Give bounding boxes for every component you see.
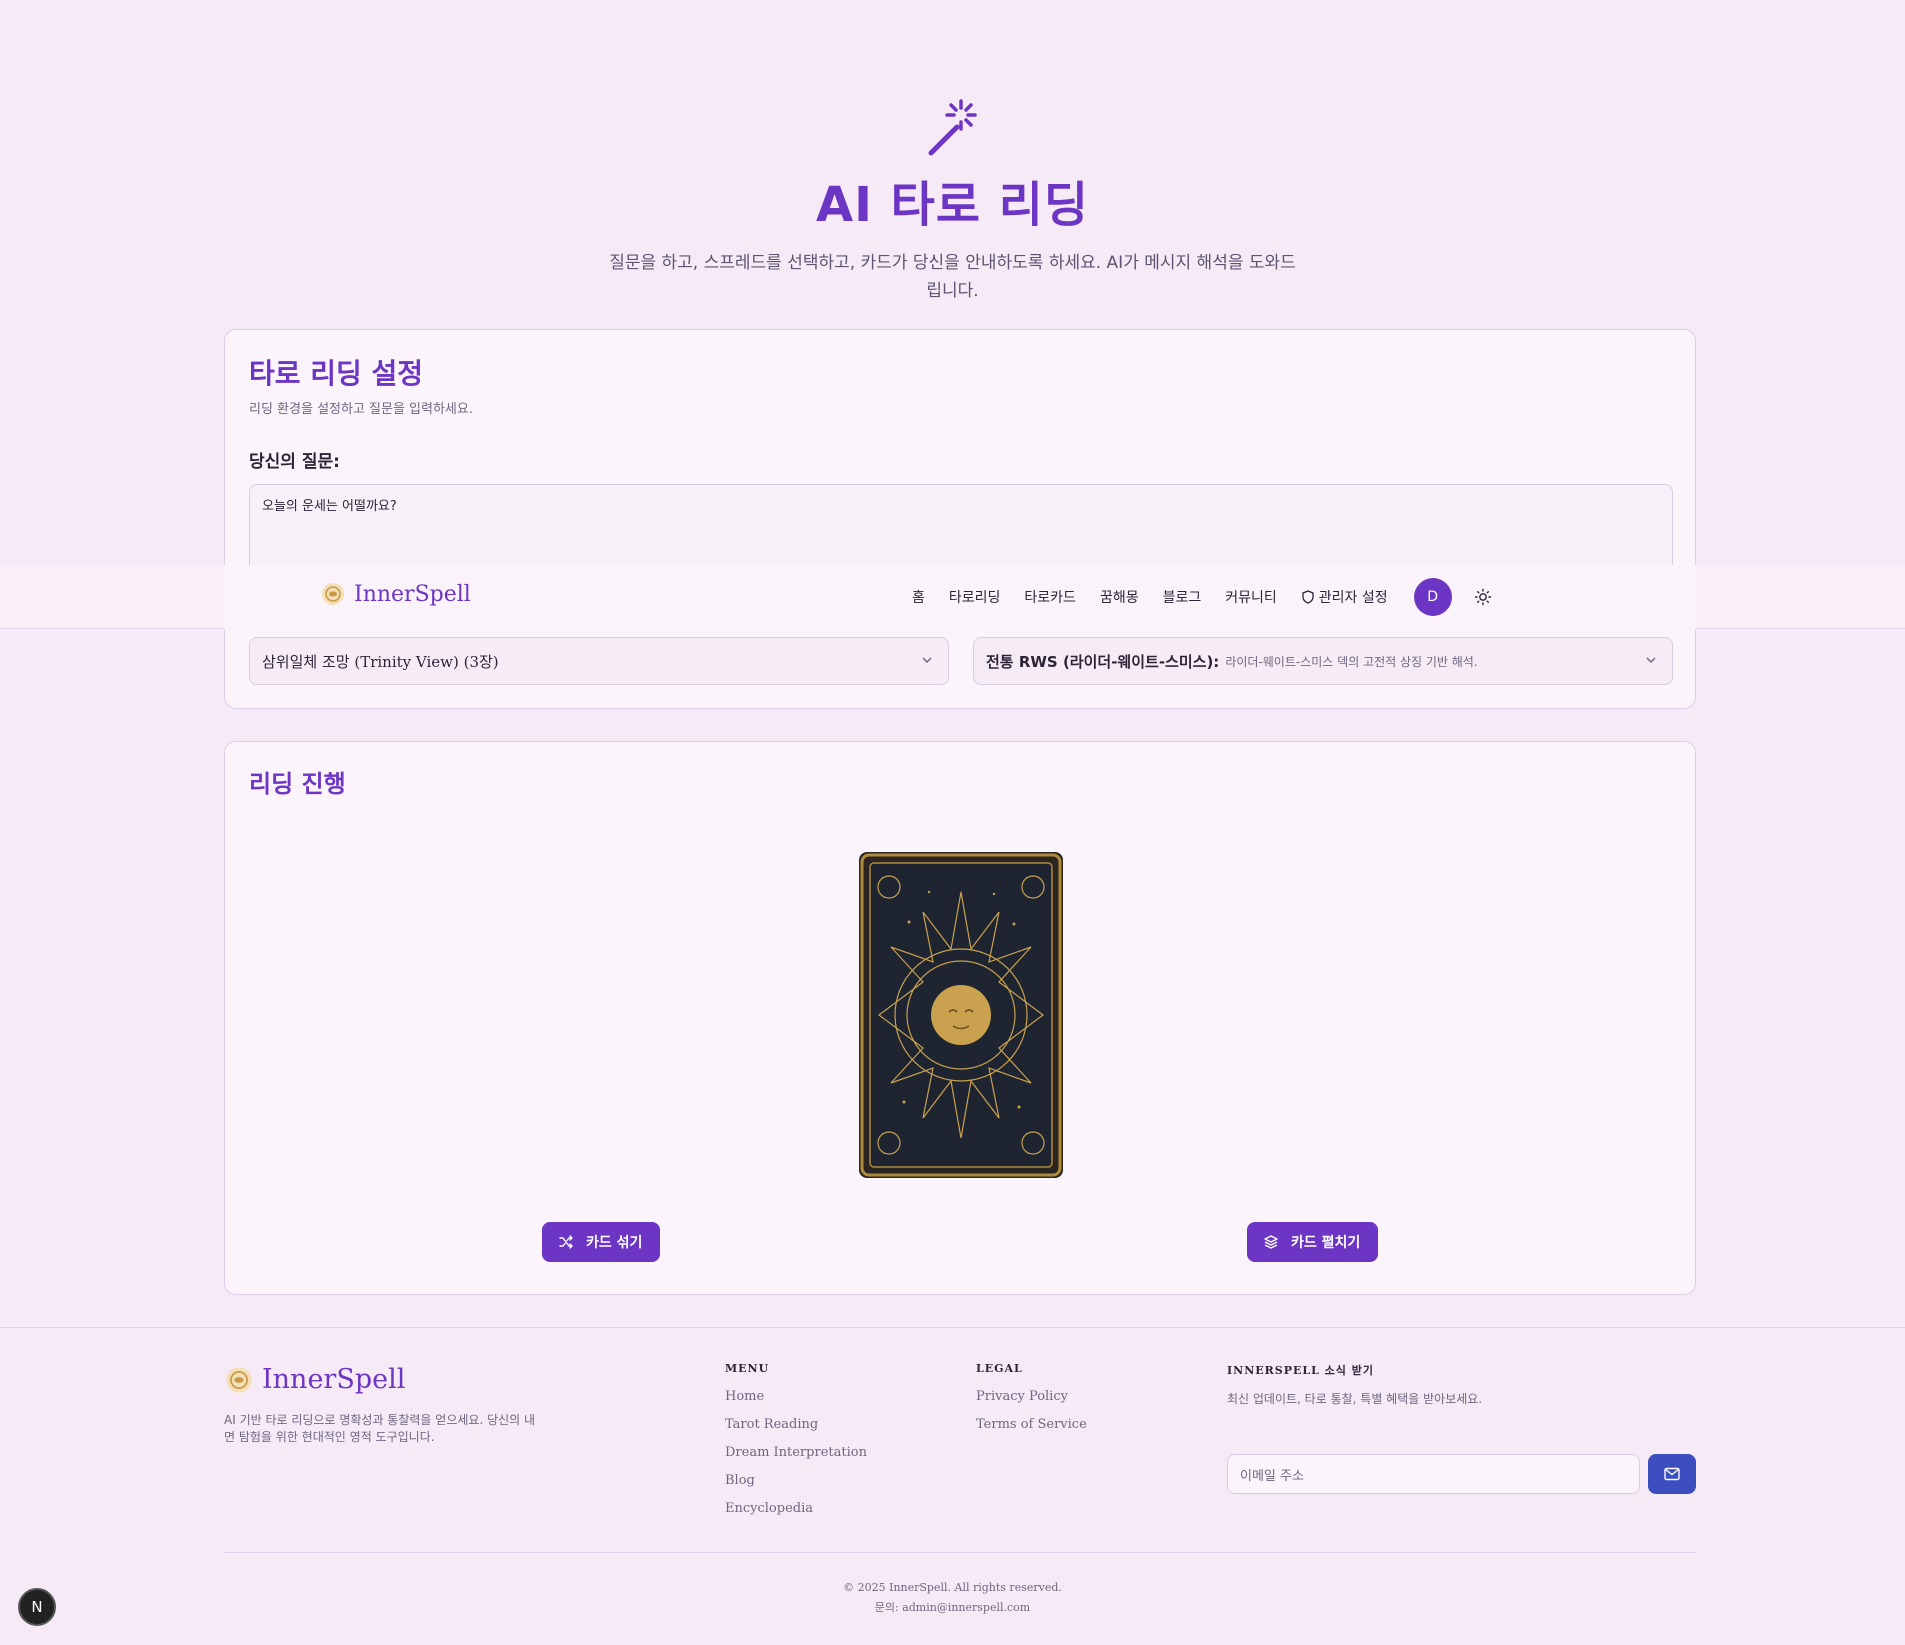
magic-wand-icon [921,95,985,159]
question-label: 당신의 질문: [249,452,340,472]
spread-select[interactable]: 삼위일체 조망 (Trinity View) (3장) [249,637,949,685]
innerspell-logo-icon [322,583,344,605]
interpretation-style-select[interactable]: 전통 RWS (라이더-웨이트-스미스): 라이더-웨이트-스미스 덱의 고전적… [973,637,1673,685]
footer-newsletter: INNERSPELL 소식 받기 최신 업데이트, 타로 통찰, 특별 혜택을 … [1227,1362,1696,1494]
newsletter-title: INNERSPELL 소식 받기 [1227,1364,1374,1377]
copyright-text: © 2025 InnerSpell. All rights reserved. [843,1581,1062,1594]
nav-admin-label: 관리자 설정 [1318,590,1388,606]
user-avatar[interactable]: D [1413,578,1452,616]
spread-cards-button[interactable]: 카드 펼치기 [1247,1222,1378,1262]
shuffle-cards-button[interactable]: 카드 섞기 [542,1222,660,1262]
header-inner: InnerSpell 홈 타로리딩 타로카드 꿈해몽 블로그 커뮤니티 관리자 … [224,565,1696,629]
newsletter-submit-button[interactable] [1648,1454,1696,1494]
tarot-card-back[interactable] [859,852,1063,1178]
footer-menu-title: MENU [725,1362,770,1375]
question-value: 오늘의 운세는 어떨까요? [262,499,397,514]
shield-icon [1302,590,1314,604]
email-placeholder: 이메일 주소 [1240,1468,1304,1484]
footer-brand[interactable]: InnerSpell [224,1364,405,1395]
page-title: AI 타로 리딩 [815,177,1090,233]
mail-icon [1664,1467,1680,1481]
nav-tarot-reading[interactable]: 타로리딩 [949,587,1001,607]
footer-link-privacy[interactable]: Privacy Policy [976,1389,1087,1417]
newsletter-description: 최신 업데이트, 타로 통찰, 특별 혜택을 받아보세요. [1227,1392,1483,1406]
site-header: InnerSpell 홈 타로리딩 타로카드 꿈해몽 블로그 커뮤니티 관리자 … [0,565,1905,629]
chevron-down-icon [922,657,932,664]
nav-blog[interactable]: 블로그 [1163,587,1202,607]
footer-link-terms[interactable]: Terms of Service [976,1417,1087,1445]
contact-text: 문의: admin@innerspell.com [874,1601,1031,1614]
footer-copyright-block: © 2025 InnerSpell. All rights reserved. … [0,1578,1905,1618]
footer-link-home[interactable]: Home [725,1389,867,1417]
layers-icon [1264,1235,1278,1249]
chevron-down-icon [1646,657,1656,664]
style-select-description: 라이더-웨이트-스미스 덱의 고전적 상징 기반 해석. [1225,654,1478,669]
spread-select-value: 삼위일체 조망 (Trinity View) (3장) [262,652,499,671]
sun-icon[interactable] [1474,588,1492,606]
footer-brand-name: InnerSpell [262,1364,406,1395]
nav-dream[interactable]: 꿈해몽 [1100,587,1139,607]
nav-admin-settings[interactable]: 관리자 설정 [1301,587,1388,607]
hero-section: AI 타로 리딩 질문을 하고, 스프레드를 선택하고, 카드가 당신을 안내하… [0,95,1905,305]
footer-legal-title: LEGAL [976,1362,1023,1375]
page-description: 질문을 하고, 스프레드를 선택하고, 카드가 당신을 안내하도록 하세요. A… [609,253,1296,301]
nav-tarot-cards[interactable]: 타로카드 [1024,587,1076,607]
footer-link-encyclopedia[interactable]: Encyclopedia [725,1501,867,1529]
footer-menu: MENU Home Tarot Reading Dream Interpreta… [725,1362,867,1529]
shuffle-cards-label: 카드 섞기 [586,1235,643,1251]
footer-divider [224,1552,1696,1553]
main-nav: 홈 타로리딩 타로카드 꿈해몽 블로그 커뮤니티 관리자 설정 D [912,565,1492,629]
brand-logo-link[interactable]: InnerSpell [320,581,471,607]
brand-name: InnerSpell [354,581,471,607]
nav-home[interactable]: 홈 [912,587,925,607]
settings-subtitle: 리딩 환경을 설정하고 질문을 입력하세요. [249,402,473,417]
innerspell-logo-icon [226,1366,252,1393]
reading-progress-panel: 리딩 진행 카드 섞기 카드 펼치기 [224,741,1696,1295]
footer-description: AI 기반 타로 리딩으로 명확성과 통찰력을 얻으세요. 당신의 내면 탐험을… [224,1413,536,1444]
settings-title: 타로 리딩 설정 [249,357,424,390]
footer-link-blog[interactable]: Blog [725,1473,867,1501]
style-select-value: 전통 RWS (라이더-웨이트-스미스): [986,652,1220,671]
reading-title: 리딩 진행 [249,770,346,798]
nav-community[interactable]: 커뮤니티 [1225,587,1277,607]
footer-link-tarot-reading[interactable]: Tarot Reading [725,1417,867,1445]
newsletter-email-input[interactable]: 이메일 주소 [1227,1454,1640,1494]
spread-cards-label: 카드 펼치기 [1291,1235,1361,1251]
footer-link-dream[interactable]: Dream Interpretation [725,1445,867,1473]
shuffle-icon [559,1235,573,1249]
site-footer: InnerSpell AI 기반 타로 리딩으로 명확성과 통찰력을 얻으세요.… [0,1327,1905,1645]
dev-tools-badge[interactable]: N [18,1588,56,1626]
reading-settings-panel: 타로 리딩 설정 리딩 환경을 설정하고 질문을 입력하세요. 당신의 질문: … [224,329,1696,709]
footer-legal: LEGAL Privacy Policy Terms of Service [976,1362,1087,1445]
